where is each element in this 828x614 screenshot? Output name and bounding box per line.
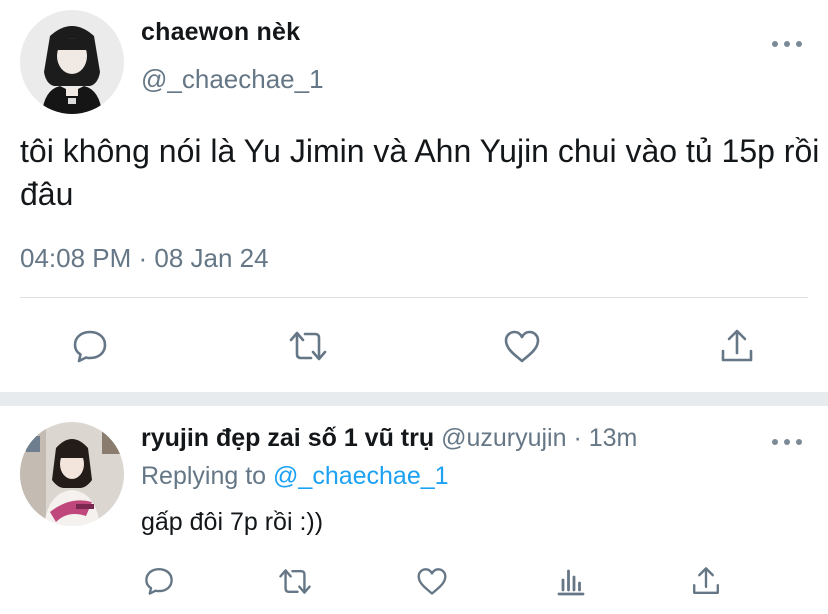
reply-header: ryujin đẹp zai số 1 vũ trụ @uzuryujin · … (141, 424, 637, 453)
main-tweet: chaewon nèk @_chaechae_1 tôi không nói l… (0, 0, 828, 392)
more-dots-icon[interactable] (772, 36, 802, 52)
display-name[interactable]: chaewon nèk (141, 18, 300, 47)
avatar[interactable] (20, 10, 124, 114)
reply-icon[interactable] (70, 326, 110, 366)
like-icon[interactable] (415, 564, 449, 598)
like-icon[interactable] (502, 326, 542, 366)
replying-to: Replying to @_chaechae_1 (141, 462, 449, 491)
replying-mention-link[interactable]: @_chaechae_1 (273, 462, 449, 490)
share-icon[interactable] (717, 326, 757, 366)
user-handle[interactable]: @_chaechae_1 (141, 64, 324, 95)
reply-text: gấp đôi 7p rồi :)) (141, 508, 324, 536)
divider (20, 297, 808, 298)
reply-tweet: ryujin đẹp zai số 1 vũ trụ @uzuryujin · … (0, 406, 828, 614)
retweet-icon[interactable] (276, 564, 314, 598)
avatar[interactable] (20, 422, 124, 526)
tweet-text: tôi không nói là Yu Jimin và Ahn Yujin c… (20, 133, 820, 212)
share-icon[interactable] (689, 564, 723, 598)
retweet-icon[interactable] (286, 326, 330, 366)
tweet-timestamp[interactable]: 04:08 PM · 08 Jan 24 (20, 243, 269, 274)
reply-icon[interactable] (142, 564, 176, 598)
user-handle[interactable]: @uzuryujin · 13m (441, 424, 637, 452)
section-separator (0, 392, 828, 406)
more-dots-icon[interactable] (772, 434, 802, 450)
display-name[interactable]: ryujin đẹp zai số 1 vũ trụ (141, 424, 434, 452)
replying-prefix: Replying to (141, 462, 267, 490)
analytics-icon[interactable] (554, 564, 588, 598)
